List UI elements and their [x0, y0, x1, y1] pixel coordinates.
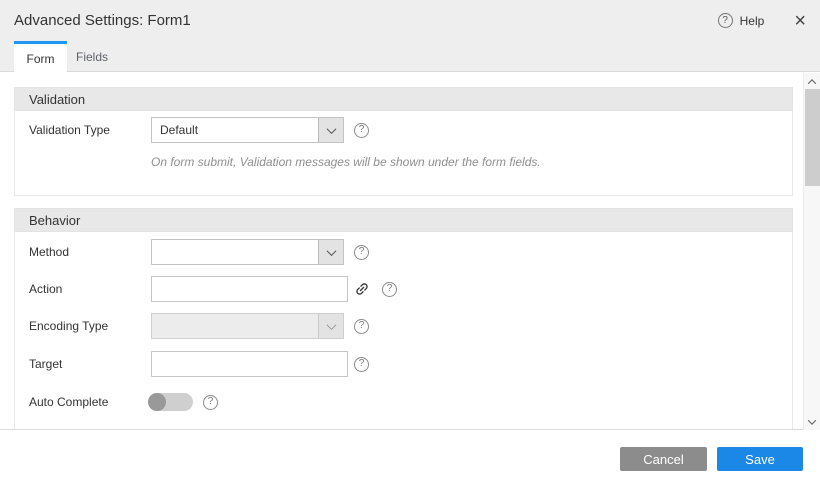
target-label: Target	[29, 351, 62, 377]
dialog-footer: Cancel Save	[0, 430, 820, 487]
encoding-type-icons: ?	[354, 313, 369, 339]
chevron-down-icon	[326, 320, 336, 330]
validation-type-label: Validation Type	[29, 117, 110, 143]
dialog-title: Advanced Settings: Form1	[14, 0, 191, 41]
validation-type-helper-text: On form submit, Validation messages will…	[151, 155, 541, 169]
action-icons: ?	[354, 276, 397, 302]
auto-complete-label: Auto Complete	[29, 389, 108, 415]
section-behavior-header: Behavior	[14, 208, 793, 232]
scrollbar-up-button[interactable]	[804, 73, 820, 90]
auto-complete-toggle[interactable]	[148, 393, 193, 411]
auto-complete-help-icon[interactable]: ?	[203, 395, 218, 410]
action-label: Action	[29, 276, 62, 302]
method-icons: ?	[354, 239, 369, 265]
cancel-button[interactable]: Cancel	[620, 447, 707, 471]
tab-fields[interactable]: Fields	[67, 41, 117, 72]
validation-type-select[interactable]: Default	[151, 117, 344, 143]
help-button-label: Help	[740, 14, 765, 28]
method-help-icon[interactable]: ?	[354, 245, 369, 260]
action-input[interactable]	[151, 276, 348, 302]
scrollbar-down-button[interactable]	[804, 413, 820, 430]
vertical-scrollbar[interactable]	[803, 73, 820, 430]
section-validation: Validation Validation Type Default ? On …	[14, 87, 793, 196]
row-encoding-type: Encoding Type ?	[15, 313, 792, 339]
help-button[interactable]: ? Help	[718, 13, 765, 28]
section-validation-header: Validation	[14, 87, 793, 111]
auto-complete-icons: ?	[203, 389, 218, 415]
chevron-up-icon	[808, 79, 816, 87]
chevron-down-icon	[326, 246, 336, 256]
tab-form-label: Form	[27, 52, 55, 66]
row-auto-complete: Auto Complete ?	[15, 389, 792, 415]
row-target: Target ?	[15, 351, 792, 377]
dialog-content: Validation Validation Type Default ? On …	[0, 73, 820, 430]
validation-type-value: Default	[160, 118, 198, 142]
row-validation-type: Validation Type Default ? On form submit…	[15, 117, 792, 143]
section-behavior-title: Behavior	[29, 213, 80, 228]
method-label: Method	[29, 239, 69, 265]
link-icon[interactable]	[354, 281, 370, 297]
save-button[interactable]: Save	[717, 447, 803, 471]
method-select[interactable]	[151, 239, 344, 265]
tab-form[interactable]: Form	[14, 41, 67, 73]
row-action: Action ?	[15, 276, 792, 302]
action-help-icon[interactable]: ?	[382, 282, 397, 297]
encoding-type-help-icon[interactable]: ?	[354, 319, 369, 334]
help-circle-icon: ?	[718, 13, 733, 28]
section-validation-body: Validation Type Default ? On form submit…	[14, 111, 793, 196]
titlebar-actions: ? Help ×	[718, 0, 806, 41]
scrollbar-thumb[interactable]	[805, 89, 820, 186]
dialog-titlebar: Advanced Settings: Form1 ? Help ×	[0, 0, 820, 41]
target-help-icon[interactable]: ?	[354, 357, 369, 372]
tabstrip: Form Fields	[0, 41, 820, 72]
encoding-type-label: Encoding Type	[29, 313, 108, 339]
validation-type-dropdown-button[interactable]	[318, 118, 343, 142]
encoding-type-dropdown-button	[318, 314, 343, 338]
validation-type-icons: ?	[354, 117, 369, 143]
close-icon[interactable]: ×	[794, 11, 806, 31]
chevron-down-icon	[808, 416, 816, 424]
auto-complete-toggle-knob	[148, 393, 166, 411]
method-dropdown-button[interactable]	[318, 240, 343, 264]
tab-fields-label: Fields	[76, 50, 108, 64]
row-method: Method ?	[15, 239, 792, 265]
target-input[interactable]	[151, 351, 348, 377]
section-validation-title: Validation	[29, 92, 85, 107]
validation-type-help-icon[interactable]: ?	[354, 123, 369, 138]
encoding-type-select	[151, 313, 344, 339]
section-behavior: Behavior Method ? Action	[14, 208, 793, 430]
chevron-down-icon	[326, 124, 336, 134]
target-icons: ?	[354, 351, 369, 377]
section-behavior-body: Method ? Action	[14, 232, 793, 430]
